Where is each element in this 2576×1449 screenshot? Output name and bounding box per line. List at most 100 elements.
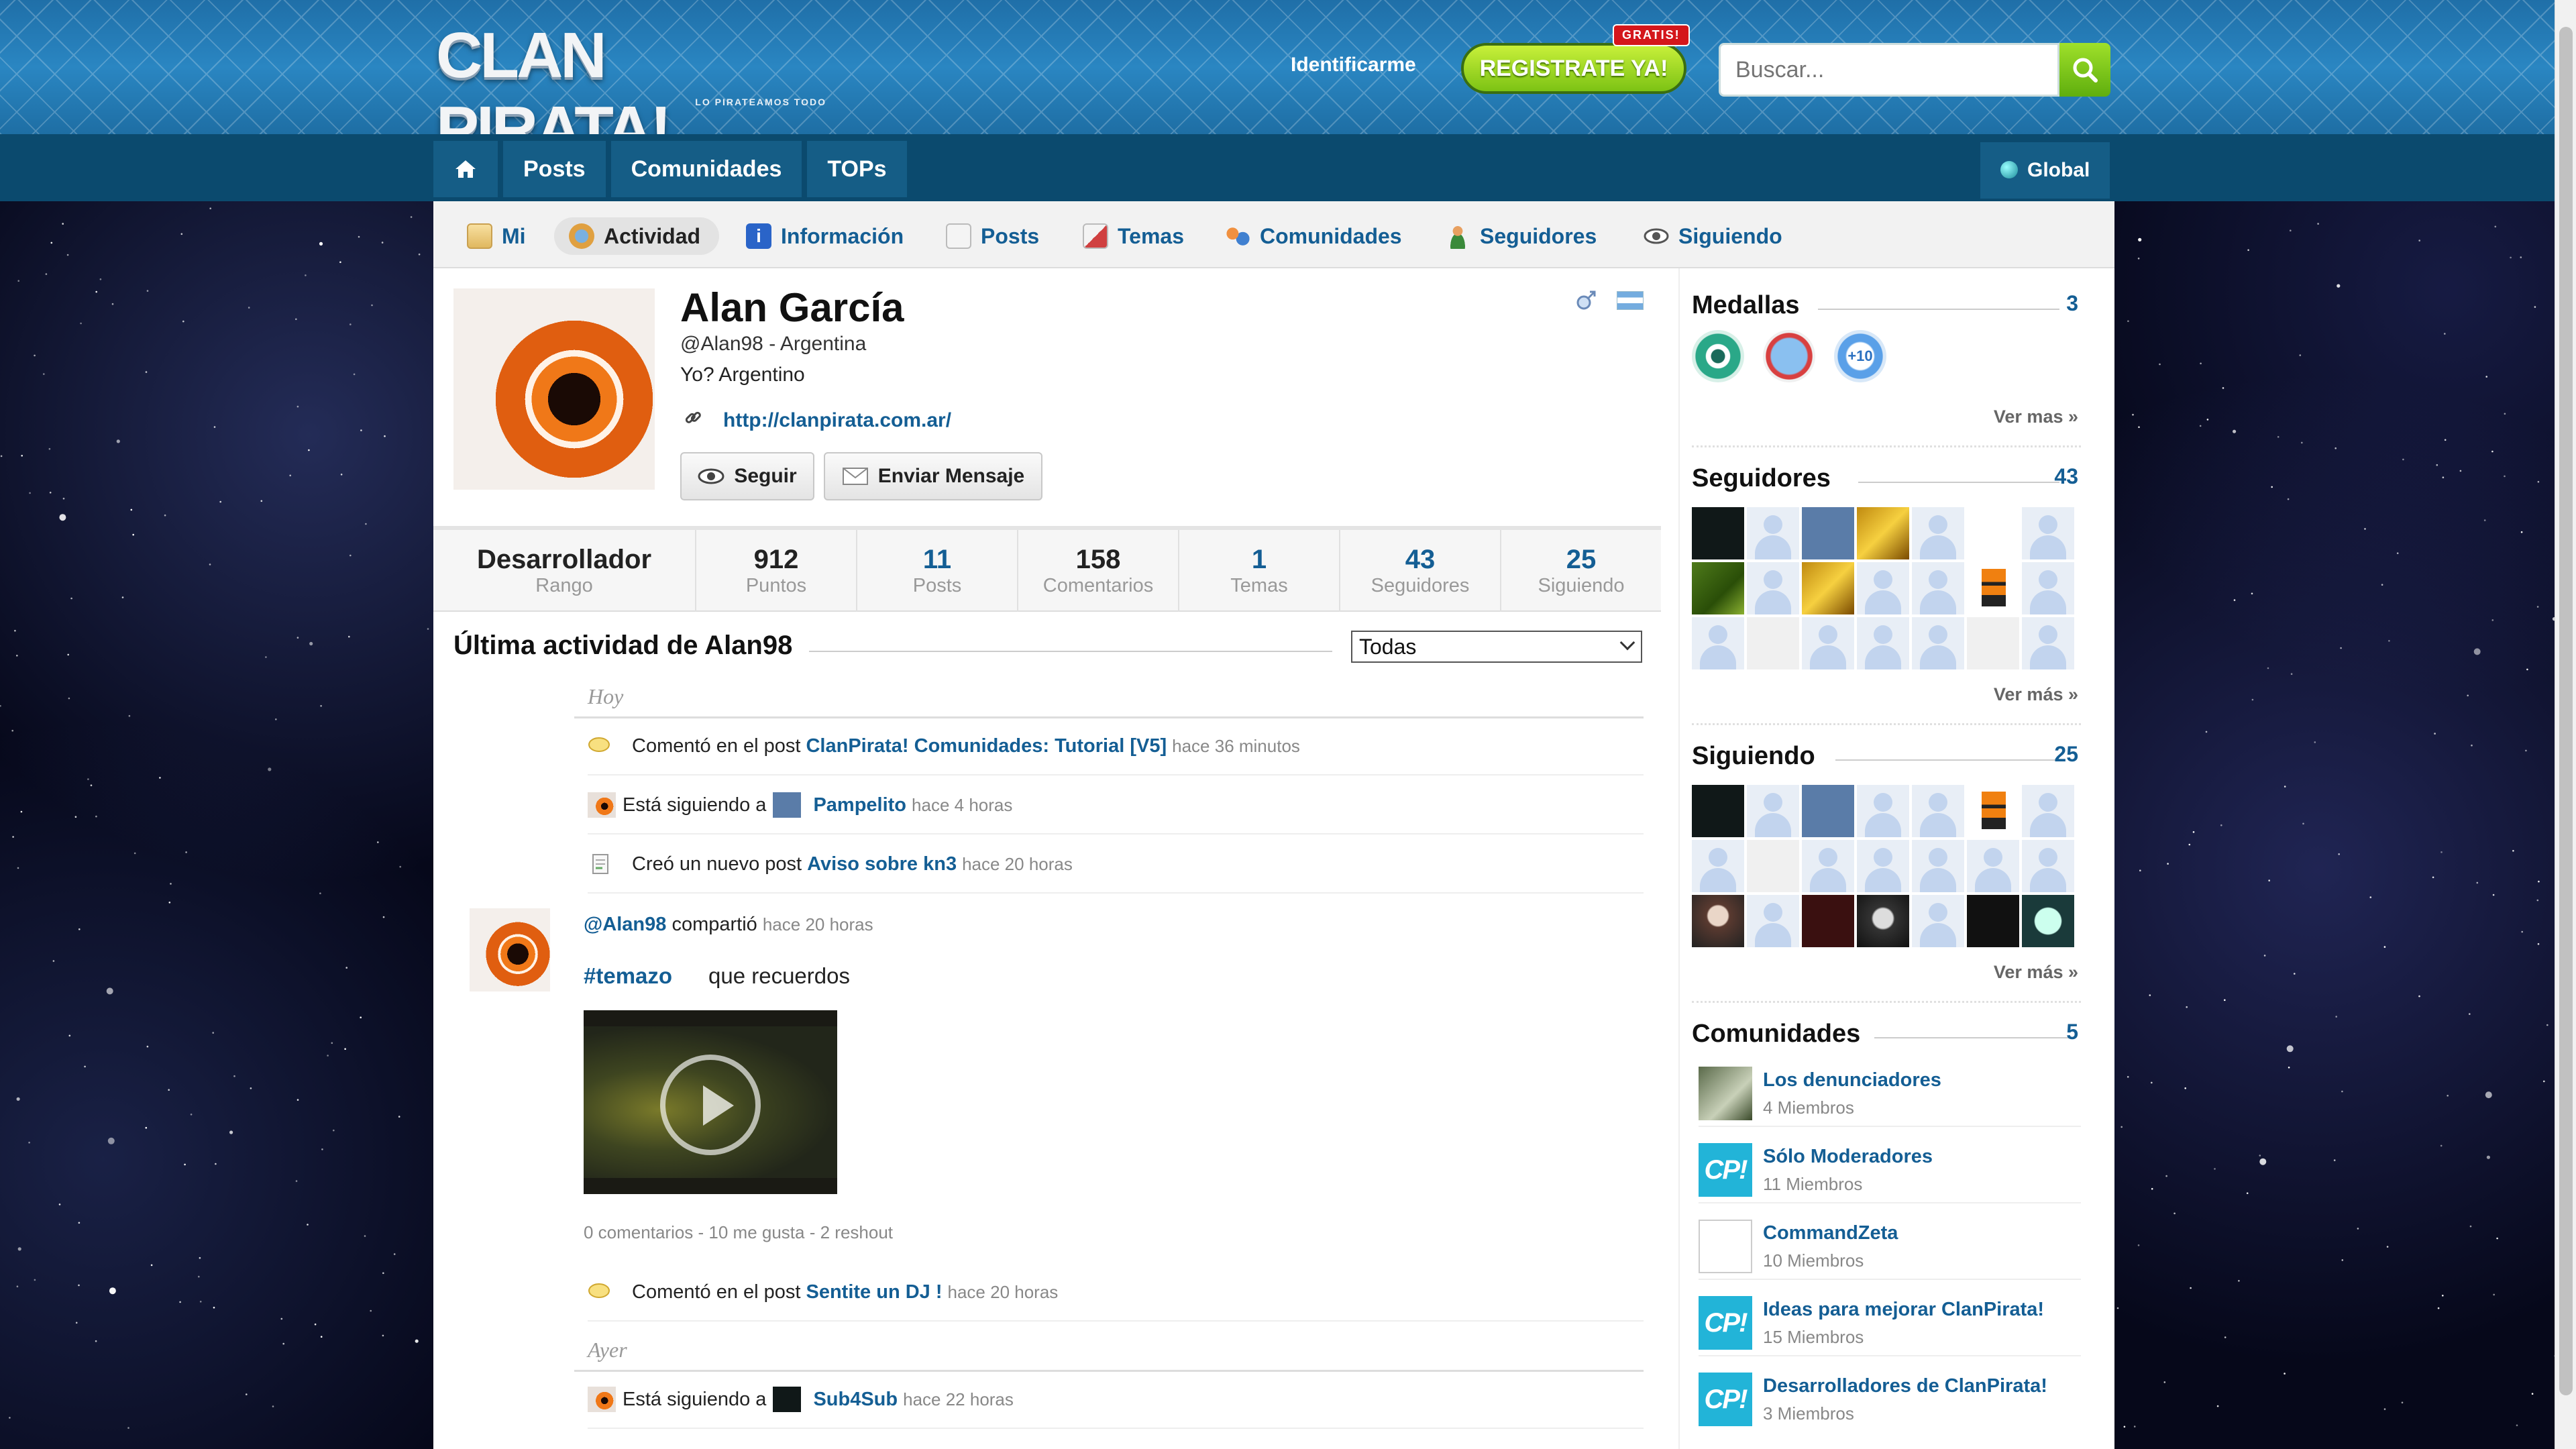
- tab-actividad[interactable]: Actividad: [554, 217, 720, 255]
- plus-ten-medal-icon[interactable]: +10: [1834, 330, 1886, 382]
- stat-topics[interactable]: 1 Temas: [1179, 530, 1340, 612]
- user-avatar[interactable]: [1692, 785, 1744, 837]
- user-avatar[interactable]: [1912, 507, 1964, 559]
- community-item[interactable]: CP! Sólo Moderadores 11 Miembros: [1699, 1136, 2081, 1203]
- search-button[interactable]: [2059, 43, 2110, 97]
- tab-seguidores[interactable]: Seguidores: [1445, 217, 1597, 255]
- user-avatar[interactable]: [1747, 617, 1799, 669]
- user-avatar[interactable]: [1857, 562, 1909, 614]
- user-avatar[interactable]: [1967, 840, 2019, 892]
- community-name[interactable]: Sólo Moderadores: [1763, 1146, 1933, 1168]
- user-avatar[interactable]: [1912, 617, 1964, 669]
- shared-post-user[interactable]: @Alan98: [584, 914, 666, 935]
- search-input[interactable]: [1721, 45, 2057, 95]
- communities-count[interactable]: 5: [2066, 1020, 2078, 1044]
- user-avatar[interactable]: [1857, 507, 1909, 559]
- community-item[interactable]: Los denunciadores 4 Miembros: [1699, 1060, 2081, 1127]
- feed-item-link[interactable]: ClanPirata! Comunidades: Tutorial [V5]: [806, 735, 1167, 757]
- nav-tops[interactable]: TOPs: [807, 141, 907, 197]
- feed-item-link[interactable]: Aviso sobre kn3: [807, 853, 957, 875]
- feed-item-link[interactable]: Sub4Sub: [813, 1389, 898, 1411]
- video-thumbnail[interactable]: [584, 1010, 837, 1194]
- user-avatar[interactable]: [1967, 617, 2019, 669]
- site-logo[interactable]: CLAN PIRATA! LO PIRATEAMOS TODO: [436, 19, 839, 134]
- following-count[interactable]: 25: [2054, 742, 2078, 767]
- search-field[interactable]: [1719, 43, 2059, 97]
- nav-global[interactable]: Global: [1980, 142, 2110, 199]
- user-avatar[interactable]: [2022, 895, 2074, 947]
- user-avatar[interactable]: [2022, 617, 2074, 669]
- user-avatar[interactable]: [1692, 840, 1744, 892]
- user-avatar[interactable]: [1912, 895, 1964, 947]
- medals-more-link[interactable]: Ver mas »: [1994, 407, 2078, 427]
- register-button[interactable]: REGISTRATE YA!: [1461, 43, 1686, 94]
- user-avatar[interactable]: [1802, 895, 1854, 947]
- followers-count[interactable]: 43: [2054, 464, 2078, 489]
- medals-count[interactable]: 3: [2066, 291, 2078, 316]
- play-icon[interactable]: [660, 1055, 761, 1155]
- stat-followers[interactable]: 43 Seguidores: [1340, 530, 1501, 612]
- nav-posts[interactable]: Posts: [503, 141, 606, 197]
- user-avatar[interactable]: [1747, 562, 1799, 614]
- user-avatar[interactable]: [1747, 785, 1799, 837]
- community-name[interactable]: Los denunciadores: [1763, 1069, 1941, 1091]
- tab-posts[interactable]: Posts: [946, 217, 1039, 255]
- user-avatar[interactable]: [1692, 895, 1744, 947]
- feed-item-link[interactable]: Pampelito: [813, 794, 906, 816]
- profile-avatar[interactable]: [453, 288, 655, 490]
- user-avatar[interactable]: [1747, 840, 1799, 892]
- user-avatar[interactable]: [1692, 507, 1744, 559]
- tab-informacion[interactable]: i Información: [746, 217, 904, 255]
- tab-temas[interactable]: Temas: [1083, 217, 1184, 255]
- tab-comunidades[interactable]: Comunidades: [1225, 217, 1402, 255]
- user-avatar[interactable]: [1857, 785, 1909, 837]
- stat-posts[interactable]: 11 Posts: [857, 530, 1018, 612]
- user-avatar[interactable]: [1967, 785, 2019, 837]
- user-avatar[interactable]: [1802, 562, 1854, 614]
- stat-following[interactable]: 25 Siguiendo: [1501, 530, 1661, 612]
- user-avatar[interactable]: [1692, 562, 1744, 614]
- user-avatar[interactable]: [1747, 507, 1799, 559]
- community-name[interactable]: Ideas para mejorar ClanPirata!: [1763, 1299, 2044, 1321]
- user-avatar[interactable]: [1802, 840, 1854, 892]
- user-avatar[interactable]: [1857, 895, 1909, 947]
- user-avatar[interactable]: [1912, 785, 1964, 837]
- shared-post-hashtag[interactable]: #temazo: [584, 963, 672, 989]
- comment-medal-icon[interactable]: [1763, 330, 1815, 382]
- user-avatar[interactable]: [2022, 785, 2074, 837]
- user-avatar[interactable]: [1747, 895, 1799, 947]
- community-item[interactable]: CP! Desarrolladores de ClanPirata! 3 Mie…: [1699, 1366, 2081, 1433]
- user-avatar[interactable]: [1857, 840, 1909, 892]
- community-name[interactable]: CommandZeta: [1763, 1222, 1898, 1244]
- profile-website-link[interactable]: http://clanpirata.com.ar/: [723, 409, 951, 432]
- login-link[interactable]: Identificarme: [1291, 54, 1416, 76]
- nav-comunidades[interactable]: Comunidades: [610, 141, 802, 197]
- following-more-link[interactable]: Ver más »: [1994, 962, 2078, 983]
- community-item[interactable]: CP! Ideas para mejorar ClanPirata! 15 Mi…: [1699, 1289, 2081, 1356]
- user-avatar[interactable]: [1912, 562, 1964, 614]
- scrollbar-thumb[interactable]: [2559, 27, 2573, 1395]
- user-avatar[interactable]: [2022, 840, 2074, 892]
- eye-medal-icon[interactable]: [1692, 330, 1744, 382]
- user-avatar[interactable]: [1967, 562, 2019, 614]
- tab-siguiendo[interactable]: Siguiendo: [1644, 217, 1782, 255]
- feed-item-link[interactable]: Sentite un DJ !: [806, 1281, 942, 1303]
- user-avatar[interactable]: [1912, 840, 1964, 892]
- user-avatar[interactable]: [1967, 895, 2019, 947]
- user-avatar[interactable]: [1802, 617, 1854, 669]
- user-avatar[interactable]: [2022, 507, 2074, 559]
- user-avatar[interactable]: [1802, 507, 1854, 559]
- user-avatar[interactable]: [1802, 785, 1854, 837]
- user-avatar[interactable]: [2022, 562, 2074, 614]
- follow-button[interactable]: Seguir: [680, 452, 814, 500]
- page-scrollbar[interactable]: [2555, 0, 2576, 1449]
- community-item[interactable]: CommandZeta 10 Miembros: [1699, 1213, 2081, 1280]
- tab-mi[interactable]: Mi: [467, 217, 526, 255]
- user-avatar[interactable]: [1857, 617, 1909, 669]
- shared-post-avatar[interactable]: [470, 908, 550, 991]
- user-avatar[interactable]: [1967, 507, 2019, 559]
- nav-home[interactable]: [433, 141, 498, 197]
- followers-more-link[interactable]: Ver más »: [1994, 684, 2078, 705]
- community-name[interactable]: Desarrolladores de ClanPirata!: [1763, 1375, 2047, 1397]
- send-message-button[interactable]: Enviar Mensaje: [824, 452, 1042, 500]
